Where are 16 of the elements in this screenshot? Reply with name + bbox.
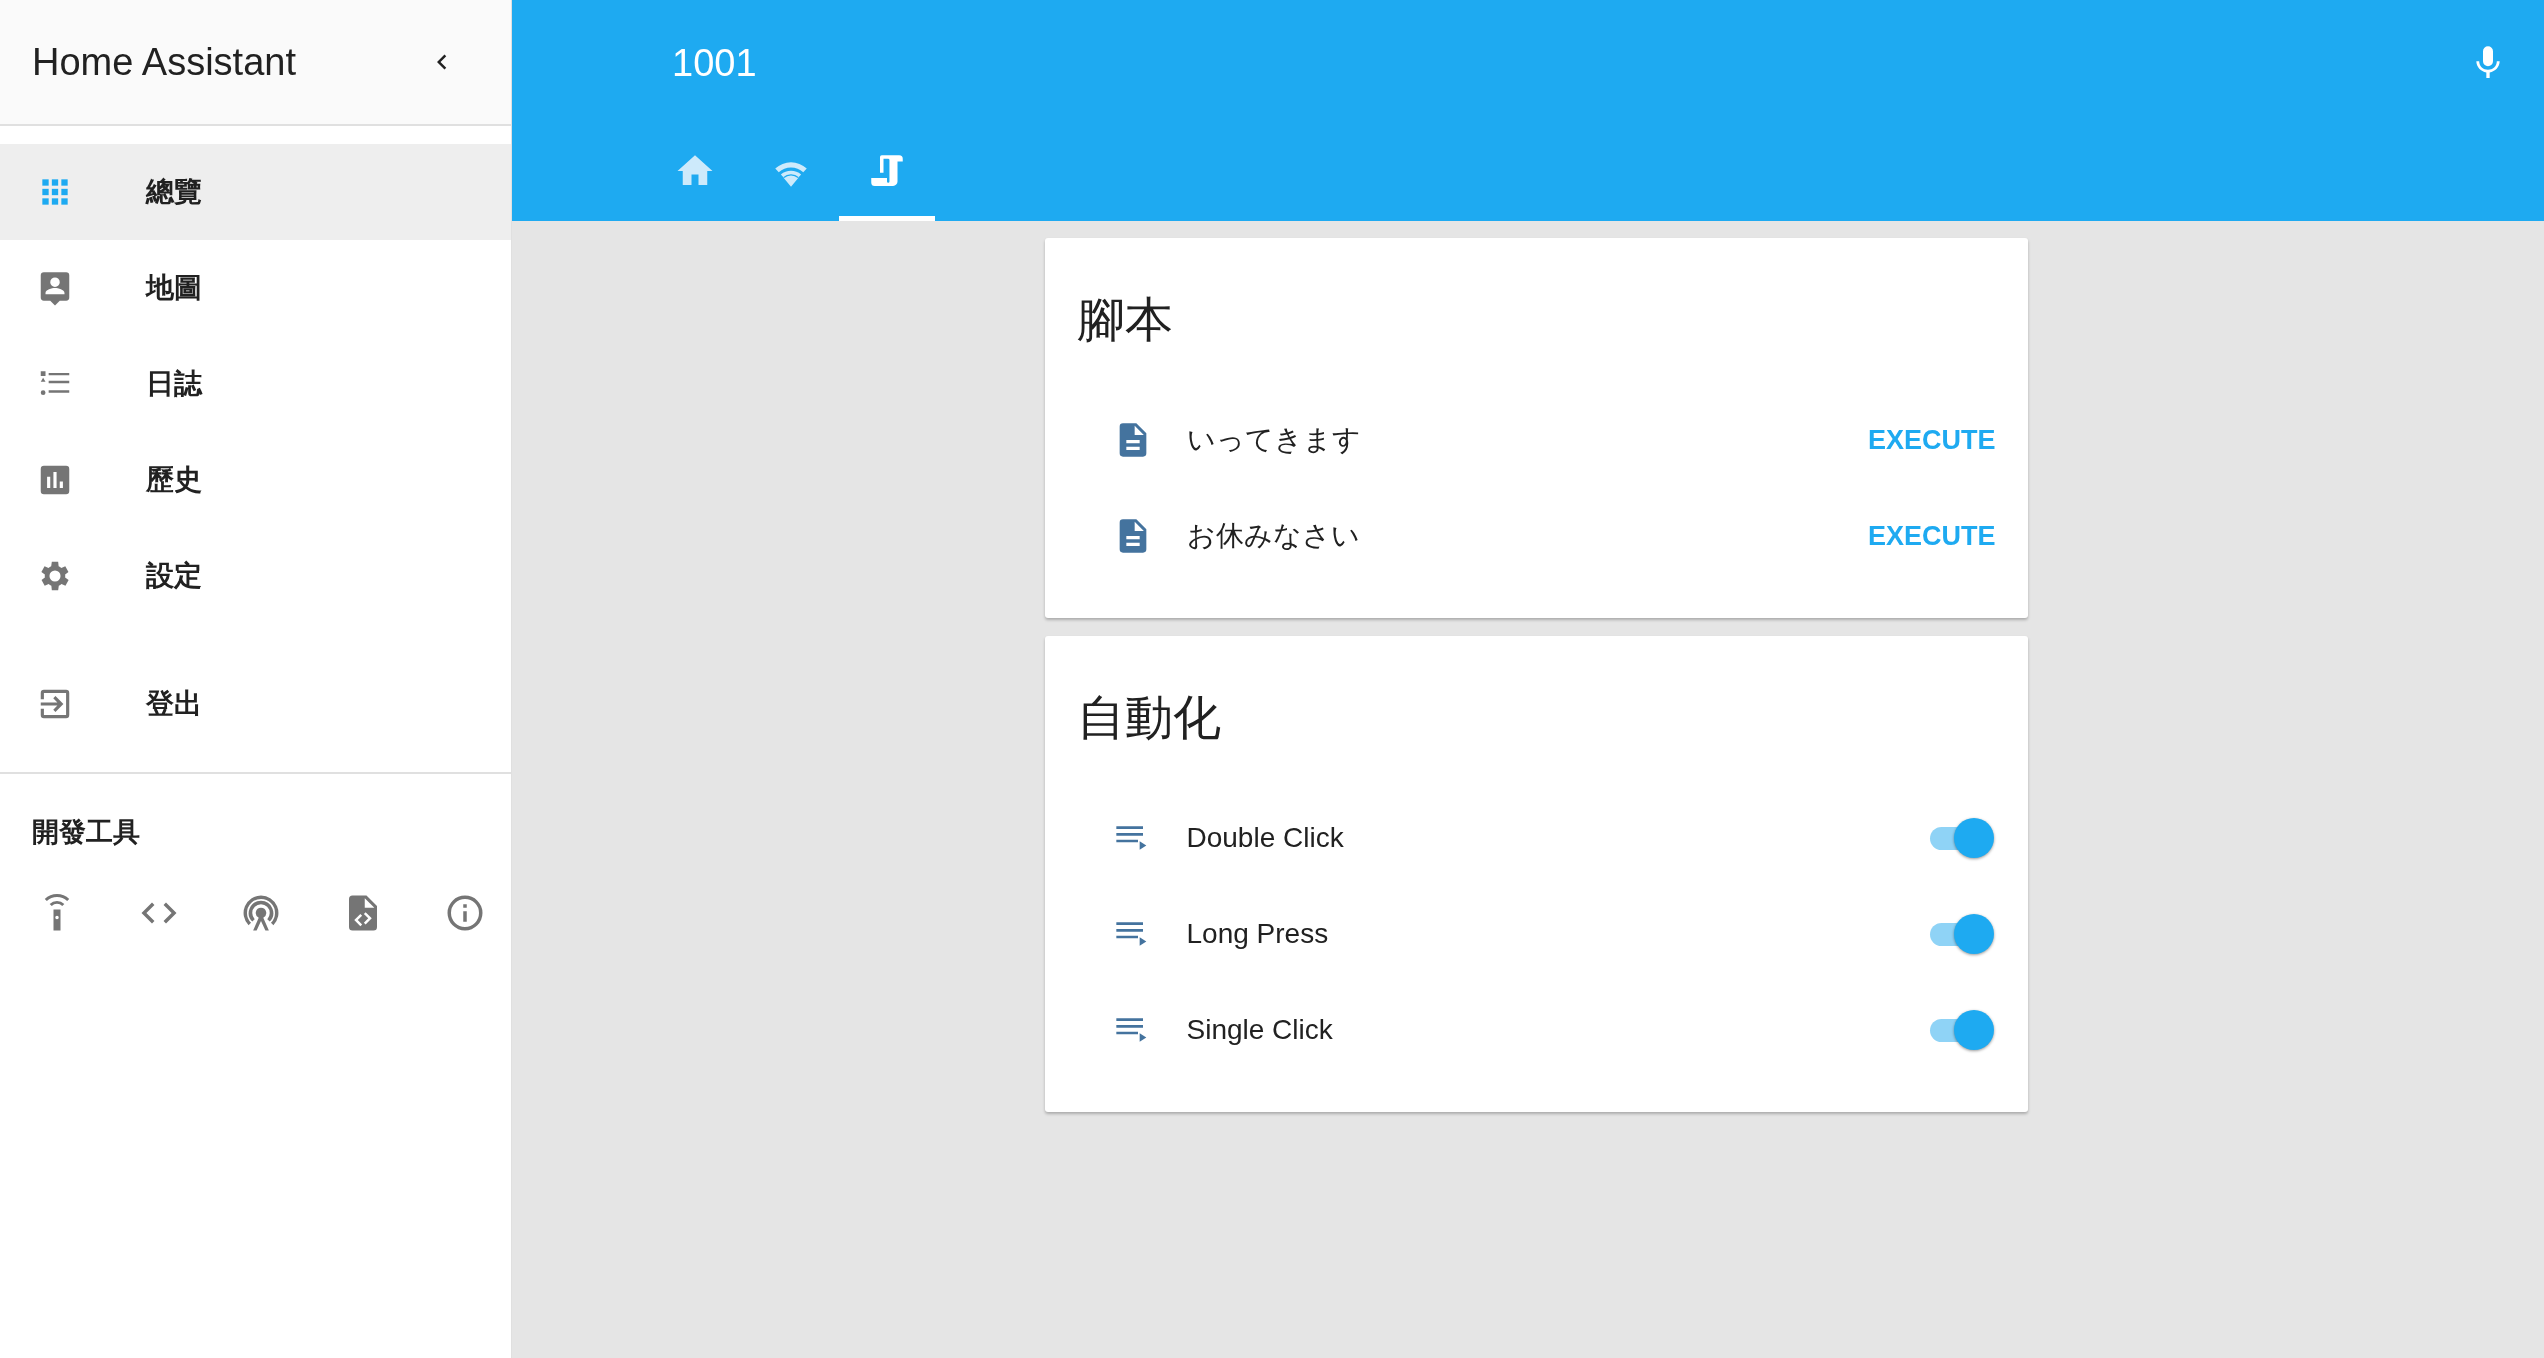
item-name: Double Click	[1186, 822, 1345, 854]
item-name: Long Press	[1186, 918, 1330, 950]
nav-item[interactable]: 日誌	[0, 336, 511, 432]
card-title: 自動化	[1076, 690, 1222, 746]
item-name: Single Click	[1186, 1014, 1334, 1046]
item-name: いってきます	[1186, 423, 1362, 457]
logout-item[interactable]: 登出	[0, 656, 511, 752]
nav-item[interactable]: 設定	[0, 528, 511, 624]
card-title: 腳本	[1076, 292, 1174, 348]
app-title: Home Assistant	[32, 40, 296, 84]
page-title: 1001	[672, 41, 757, 85]
item-name: お休みなさい	[1186, 519, 1361, 553]
nav-item[interactable]: 總覽	[0, 144, 511, 240]
nav-item[interactable]: 地圖	[0, 240, 511, 336]
section-title: 開發工具	[32, 817, 140, 847]
nav-item[interactable]: 歷史	[0, 432, 511, 528]
